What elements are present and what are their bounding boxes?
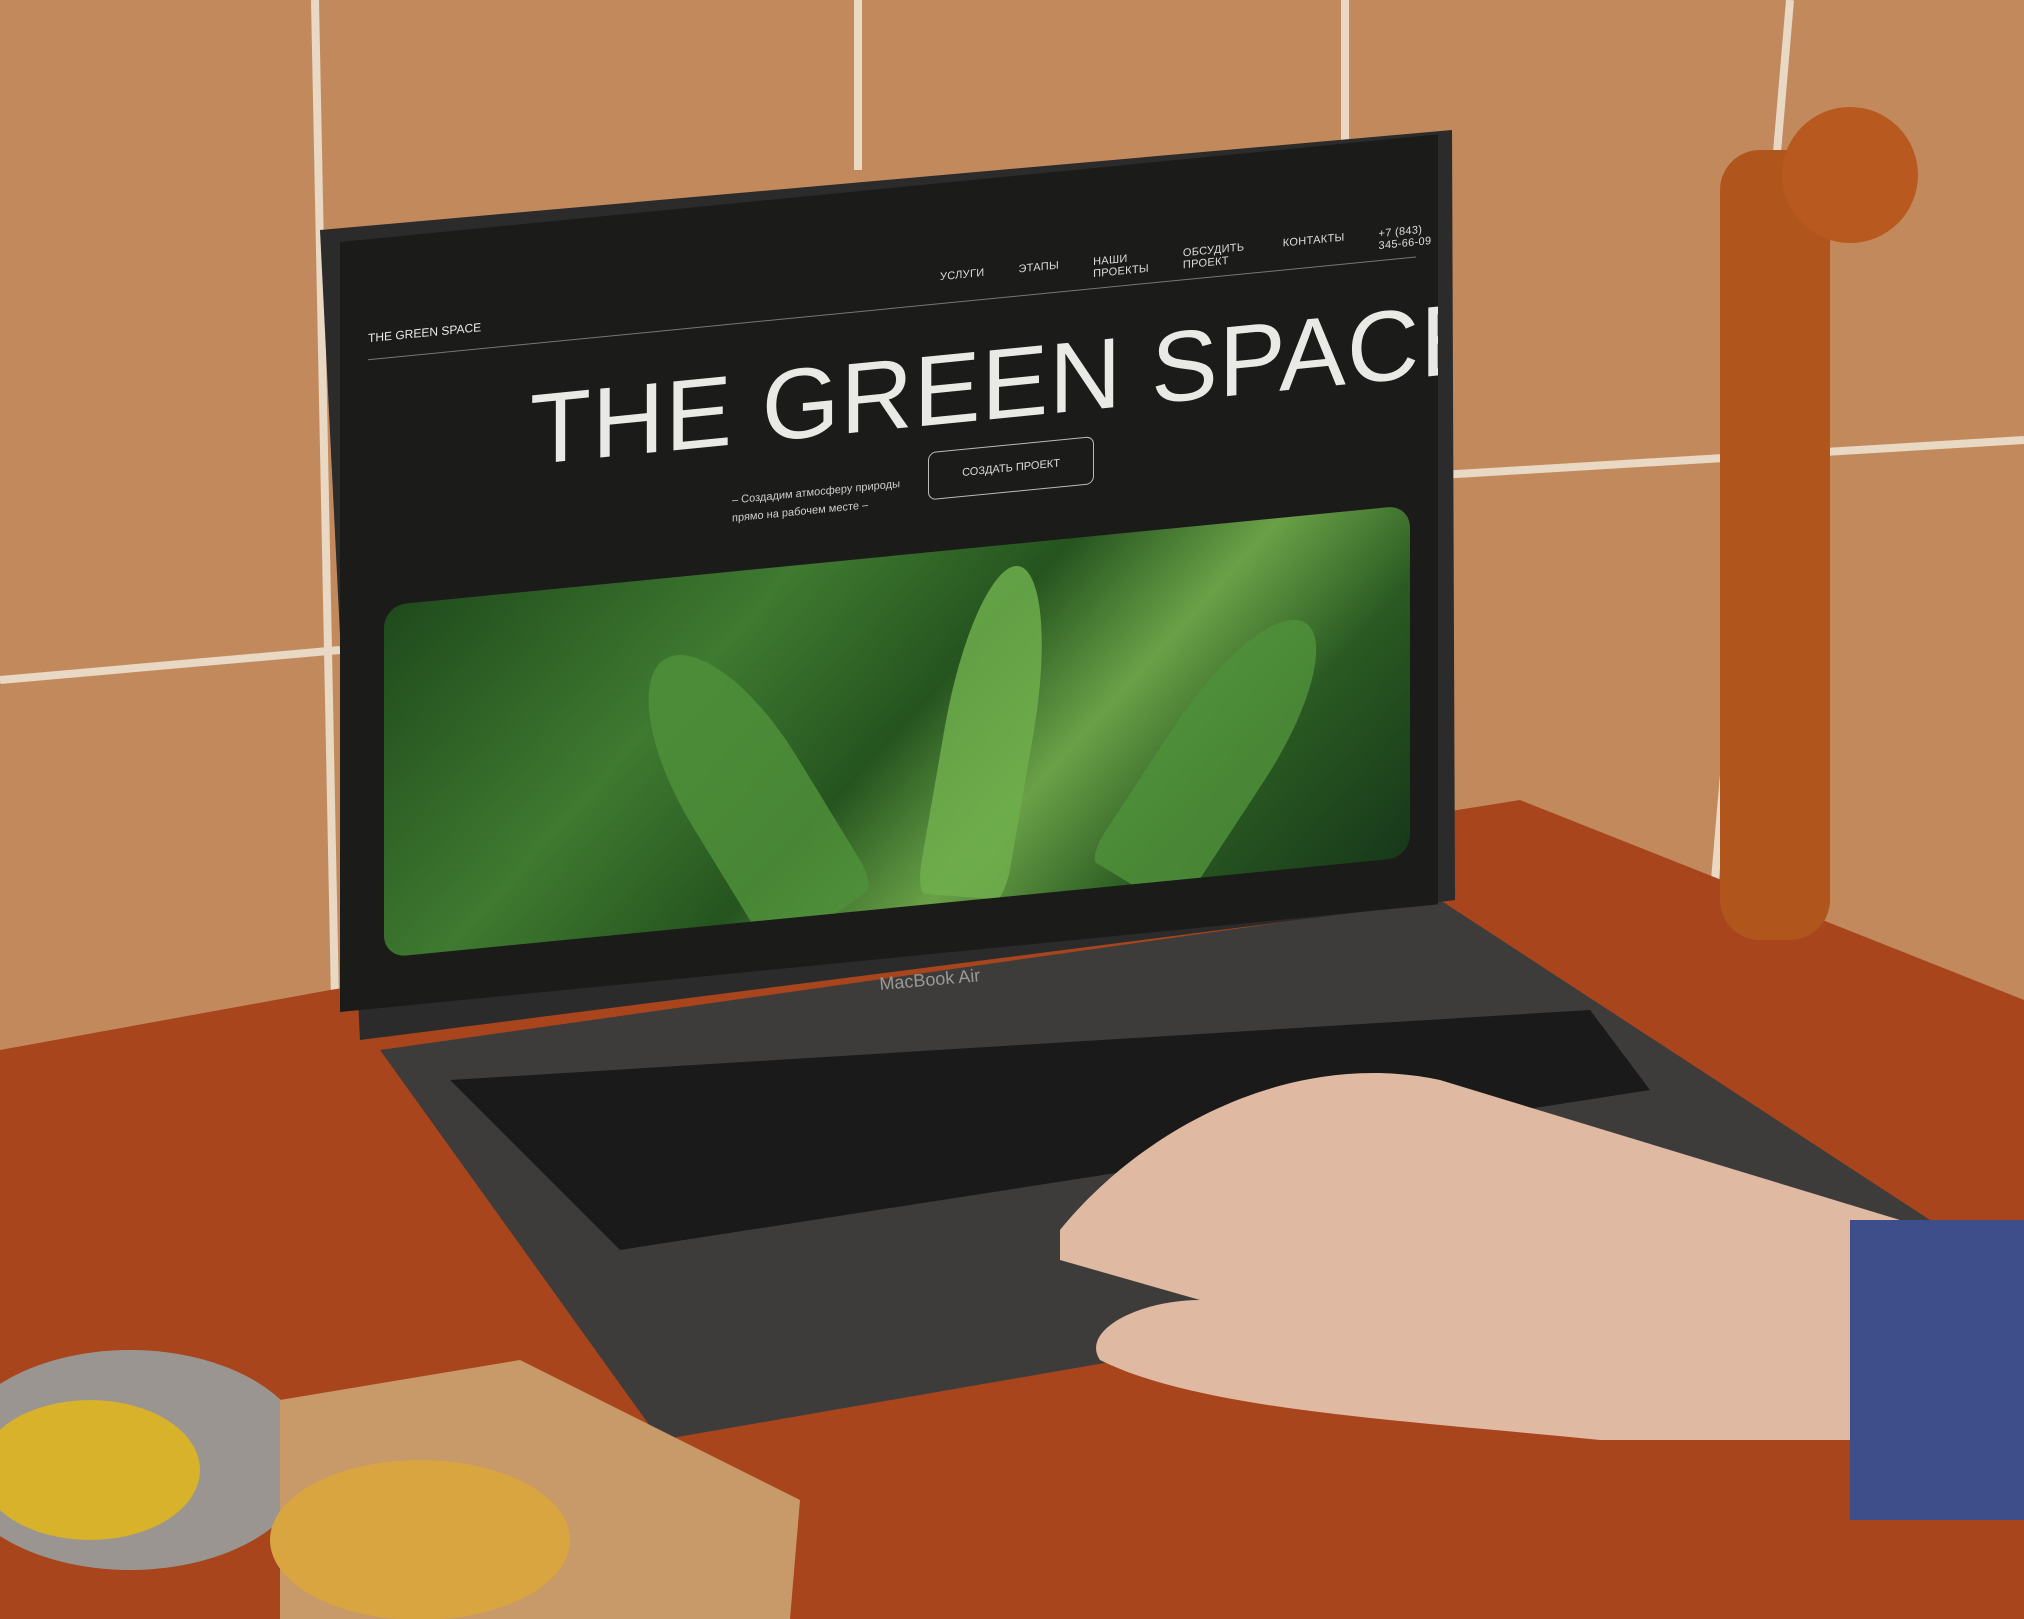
site-logo[interactable]: THE GREEN SPACE bbox=[368, 320, 481, 345]
plaid-sleeve bbox=[1850, 1220, 2024, 1520]
nav-discuss[interactable]: ОБСУДИТЬ ПРОЕКТ bbox=[1183, 241, 1249, 271]
hero-image-leaves bbox=[384, 505, 1410, 958]
leaf bbox=[1087, 595, 1351, 913]
food bbox=[270, 1460, 570, 1619]
hero-tagline: – Создадим атмосферу природы прямо на ра… bbox=[732, 475, 900, 527]
chair-knob bbox=[1782, 107, 1918, 243]
leaf bbox=[916, 562, 1062, 901]
laptop-screen: THE GREEN SPACE УСЛУГИ ЭТАПЫ НАШИ ПРОЕКТ… bbox=[340, 134, 1438, 1013]
nav-stages[interactable]: ЭТАПЫ bbox=[1018, 259, 1059, 287]
nav-services[interactable]: УСЛУГИ bbox=[940, 267, 984, 295]
hero-title: THE GREEN SPACE bbox=[530, 280, 1438, 487]
site-nav: УСЛУГИ ЭТАПЫ НАШИ ПРОЕКТЫ ОБСУДИТЬ ПРОЕК… bbox=[940, 222, 1438, 295]
chair-post bbox=[1720, 150, 1830, 940]
leaf bbox=[612, 624, 876, 957]
nav-contacts[interactable]: КОНТАКТЫ bbox=[1283, 232, 1345, 262]
nav-phone[interactable]: +7 (843) 345-66-09 bbox=[1379, 222, 1438, 252]
nav-projects[interactable]: НАШИ ПРОЕКТЫ bbox=[1093, 251, 1149, 280]
